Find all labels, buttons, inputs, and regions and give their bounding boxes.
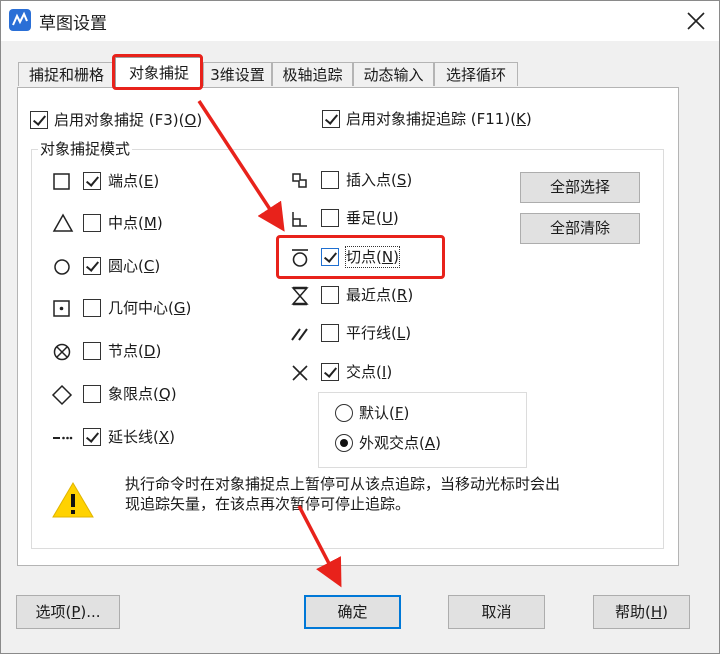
quadrant-checkbox[interactable]: [83, 385, 101, 403]
tab-selection-cycling[interactable]: 选择循环: [434, 62, 518, 86]
parallel-checkbox[interactable]: [321, 324, 339, 342]
midpoint-label: 中点(M): [108, 214, 163, 232]
snap-modes-group-title: 对象捕捉模式: [38, 139, 133, 159]
node-label: 节点(D): [108, 342, 162, 360]
perpendicular-label: 垂足(U): [346, 209, 399, 227]
help-button[interactable]: 帮助(H): [593, 595, 690, 629]
center-label: 圆心(C): [108, 257, 161, 275]
tab-dynamic-input[interactable]: 动态输入: [353, 62, 434, 86]
select-all-button[interactable]: 全部选择: [520, 172, 640, 203]
close-button[interactable]: [673, 1, 719, 41]
square-icon: [53, 173, 70, 190]
enable-tracking-checkbox[interactable]: [322, 110, 340, 128]
insert-checkbox[interactable]: [321, 171, 339, 189]
tab-label: 极轴追踪: [282, 66, 343, 84]
extension-checkbox[interactable]: [83, 428, 101, 446]
enable-tracking-label: 启用对象捕捉追踪 (F11)(K): [346, 110, 532, 128]
intersection-label: 交点(I): [346, 363, 393, 381]
title-bar: 草图设置: [1, 1, 719, 41]
close-icon: [687, 12, 705, 30]
info-text-line2: 现追踪矢量，在该点再次暂停可停止追踪。: [125, 495, 411, 513]
parallel-label: 平行线(L): [346, 324, 412, 342]
tab-label: 动态输入: [363, 66, 424, 84]
tab-snap-grid[interactable]: 捕捉和栅格: [18, 62, 115, 86]
tab-polar-tracking[interactable]: 极轴追踪: [272, 62, 353, 86]
hourglass-icon: [291, 286, 309, 306]
app-icon: [9, 9, 31, 31]
tab-label: 选择循环: [445, 66, 506, 84]
extension-label: 延长线(X): [108, 428, 176, 446]
warning-icon: [52, 482, 94, 518]
sketch-settings-dialog: 草图设置 捕捉和栅格 对象捕捉 3维设置 极轴追踪 动态输入 选择循环 启用对象…: [0, 0, 720, 654]
tab-label: 3维设置: [210, 66, 265, 84]
midpoint-checkbox[interactable]: [83, 214, 101, 232]
tab-highlight-box: [112, 54, 203, 90]
quadrant-label: 象限点(Q): [108, 385, 177, 403]
insert-icon: [292, 173, 307, 188]
clear-all-button[interactable]: 全部清除: [520, 213, 640, 244]
enable-osnap-checkbox[interactable]: [30, 111, 48, 129]
apparent-intersection-radio-label: 外观交点(A): [359, 434, 441, 452]
perpendicular-checkbox[interactable]: [321, 209, 339, 227]
node-checkbox[interactable]: [83, 342, 101, 360]
tangent-highlight-box: [276, 235, 445, 279]
insert-label: 插入点(S): [346, 171, 413, 189]
default-radio[interactable]: [335, 404, 353, 422]
options-button[interactable]: 选项(P)...: [16, 595, 120, 629]
tab-3d-settings[interactable]: 3维设置: [203, 62, 272, 86]
object-snap-panel: 启用对象捕捉 (F3)(O) 启用对象捕捉追踪 (F11)(K) 对象捕捉模式 …: [17, 87, 679, 566]
apparent-intersection-radio[interactable]: [335, 434, 353, 452]
intersection-checkbox[interactable]: [321, 363, 339, 381]
nearest-checkbox[interactable]: [321, 286, 339, 304]
perpendicular-icon: [292, 212, 307, 227]
tab-label: 捕捉和栅格: [28, 66, 104, 84]
window-title: 草图设置: [39, 14, 107, 34]
geometric-center-checkbox[interactable]: [83, 299, 101, 317]
ok-button[interactable]: 确定: [304, 595, 401, 629]
info-text-line1: 执行命令时在对象捕捉点上暂停可从该点追踪，当移动光标时会出: [125, 475, 561, 493]
center-checkbox[interactable]: [83, 257, 101, 275]
default-radio-label: 默认(F): [359, 404, 410, 422]
geometric-center-label: 几何中心(G): [108, 299, 192, 317]
square-dot-icon: [53, 300, 70, 317]
node-icon: [53, 343, 71, 361]
intersection-mode-group: [318, 392, 527, 468]
nearest-label: 最近点(R): [346, 286, 414, 304]
intersection-icon: [292, 365, 308, 381]
endpoint-label: 端点(E): [108, 172, 160, 190]
parallel-icon: [291, 328, 308, 341]
triangle-icon: [52, 213, 74, 232]
endpoint-checkbox[interactable]: [83, 172, 101, 190]
enable-osnap-label: 启用对象捕捉 (F3)(O): [54, 111, 203, 129]
diamond-icon: [51, 384, 73, 406]
circle-icon: [54, 259, 70, 275]
cancel-button[interactable]: 取消: [448, 595, 545, 629]
extension-icon: [53, 436, 73, 440]
